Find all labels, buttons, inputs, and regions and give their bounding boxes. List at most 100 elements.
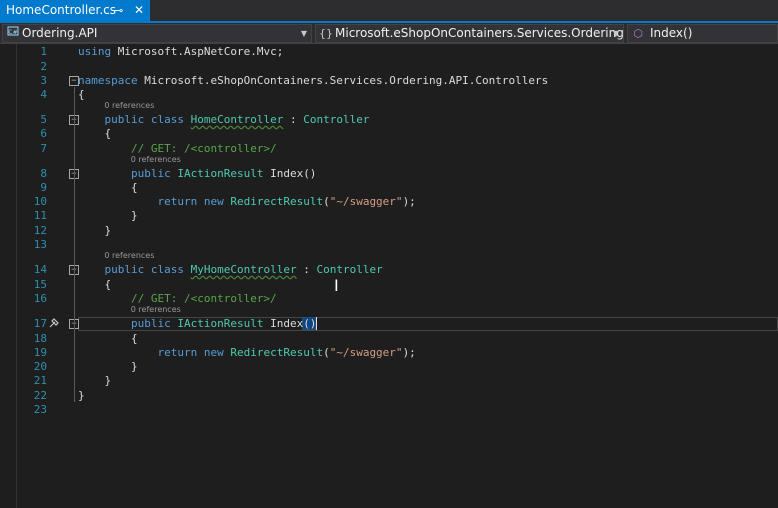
code-text[interactable]: { [78,88,85,102]
chevron-down-icon: ▼ [612,29,619,38]
close-icon[interactable]: ✕ [134,0,144,21]
code-token: return [157,195,198,208]
pin-icon[interactable]: ⊸ [114,0,123,21]
code-text[interactable]: return new RedirectResult("~/swagger"); [78,346,415,360]
document-tab-homecontroller[interactable]: HomeController.cs ⊸ ✕ [0,0,150,21]
code-text[interactable]: { [78,332,138,346]
code-text[interactable]: } [78,224,111,238]
code-text[interactable]: { [78,278,111,292]
code-token: return [157,346,198,359]
code-text[interactable]: } [78,389,85,403]
code-line[interactable]: 11 } [17,209,778,223]
code-token: } [78,209,138,222]
line-number: 7 [40,142,47,155]
code-text[interactable]: } [78,360,138,374]
line-number: 9 [40,181,47,194]
line-number: 21 [33,374,47,387]
namespace-dropdown[interactable]: {} Microsoft.eShopOnContainers.Services.… [315,24,624,43]
code-text[interactable]: { [78,127,111,141]
code-text[interactable]: namespace Microsoft.eShopOnContainers.Se… [78,74,548,88]
code-token: class [150,113,184,126]
code-token: namespace [78,74,138,87]
code-token: "~/swagger" [329,195,403,208]
glyph-margin[interactable] [0,44,17,508]
code-token: { [78,127,112,140]
code-lens-references[interactable]: 0 references [104,101,154,111]
code-token: } [78,224,112,237]
code-line[interactable]: 6 { [17,127,778,141]
code-text[interactable]: // GET: /<controller>/ [78,142,277,156]
code-token: ( [323,195,330,208]
code-text[interactable]: return new RedirectResult("~/swagger"); [78,195,415,209]
code-text[interactable]: public class HomeController : Controller [78,113,370,127]
code-text[interactable]: } [78,209,138,223]
code-lens-references[interactable]: 0 references [131,305,181,315]
code-line[interactable]: 13 [17,238,778,252]
code-text[interactable]: public class MyHomeController : Controll… [78,263,383,277]
line-number: 6 [40,127,47,140]
code-text[interactable]: public IActionResult Index() [78,167,316,181]
code-line[interactable]: 15 { [17,278,778,292]
code-line[interactable]: 2 [17,60,778,74]
svg-text:C#: C# [8,29,17,36]
code-token: public [104,263,145,276]
code-line[interactable]: 1 using Microsoft.AspNetCore.Mvc; [17,45,778,59]
document-tab-strip: HomeController.cs ⊸ ✕ [0,0,778,23]
code-text[interactable]: // GET: /<controller>/ [78,292,277,306]
code-editor[interactable]: 1 using Microsoft.AspNetCore.Mvc; 2 3 namesp… [0,44,778,508]
line-number: 14 [33,263,47,276]
line-number: 12 [33,224,47,237]
line-number: 20 [33,360,47,373]
quick-actions-icon[interactable] [47,317,61,331]
code-line[interactable]: 19 return new RedirectResult("~/swagger"… [17,346,778,360]
line-number: 8 [40,167,47,180]
code-token: { [78,181,138,194]
code-line[interactable]: 3 namespace Microsoft.eShopOnContainers.S… [17,74,778,88]
code-lens-references[interactable]: 0 references [131,155,181,165]
code-line[interactable]: 20 } [17,360,778,374]
code-token: { [78,332,138,345]
code-lens-references[interactable]: 0 references [104,251,154,261]
namespace-icon: {} [319,27,333,40]
code-text[interactable]: public IActionResult Index() [78,317,316,331]
method-icon: ⬡ [633,27,643,40]
code-line[interactable]: 9 { [17,181,778,195]
project-dropdown[interactable]: C# Ordering.API ▼ [2,24,312,43]
code-text[interactable]: } [78,374,111,388]
code-token: Index() [263,317,317,330]
code-line[interactable]: 8 public IActionResult Index() [17,167,778,181]
line-number: 23 [33,403,47,416]
code-line[interactable]: 22} [17,389,778,403]
line-number: 22 [33,389,47,402]
code-text[interactable]: { [78,181,138,195]
code-token: // GET: /<controller>/ [130,142,277,155]
code-token: Microsoft.eShopOnContainers.Services.Ord… [137,74,549,87]
line-number: 2 [40,60,47,73]
code-text[interactable]: using Microsoft.AspNetCore.Mvc; [78,45,283,59]
member-dropdown[interactable]: ⬡ Index() [627,24,778,43]
code-line[interactable]: 4{ [17,88,778,102]
fold-toggle-icon[interactable]: − [69,76,79,86]
code-line[interactable]: 5 public class HomeController : Controll… [17,113,778,127]
namespace-label: Microsoft.eShopOnContainers.Services.Ord… [335,26,624,40]
code-line[interactable]: 16 // GET: /<controller>/ [17,292,778,306]
code-token: class [150,263,184,276]
code-line[interactable]: 23 [17,403,778,417]
code-line[interactable]: 12 } [17,224,778,238]
line-number: 18 [33,332,47,345]
line-number: 10 [33,195,47,208]
code-line[interactable]: 7 // GET: /<controller>/ [17,142,778,156]
code-line[interactable]: 21 } [17,374,778,388]
line-number: 15 [33,278,47,291]
code-line[interactable]: 10 return new RedirectResult("~/swagger"… [17,195,778,209]
code-line[interactable]: 18 { [17,332,778,346]
member-label: Index() [650,26,693,40]
code-line[interactable]: 17 public IActionResult Index() [17,317,778,331]
code-token: { [78,88,85,101]
code-line[interactable]: 14 public class MyHomeController : Contr… [17,263,778,277]
document-tab-title: HomeController.cs [6,3,117,17]
